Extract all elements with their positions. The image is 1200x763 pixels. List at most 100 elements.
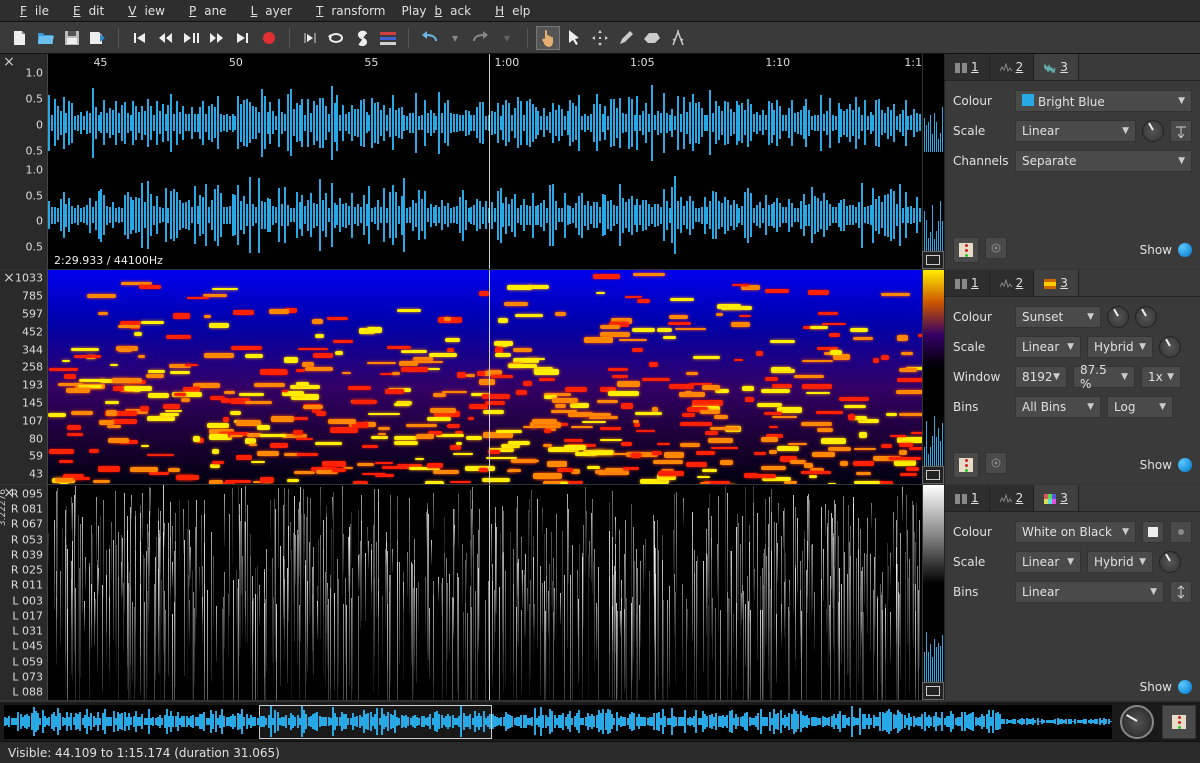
move-tool-icon[interactable] bbox=[588, 26, 612, 50]
show-toggle[interactable] bbox=[1178, 680, 1192, 694]
layer-tab-1[interactable]: 1 bbox=[945, 54, 990, 80]
threshold-dial[interactable] bbox=[1107, 306, 1129, 328]
play-params-button[interactable] bbox=[953, 237, 979, 263]
layer-tab-3[interactable]: 3 bbox=[1034, 270, 1079, 296]
peakfreq-yaxis: 3.22276 R 095R 081R 067R 053R 039R 025R … bbox=[0, 485, 48, 700]
import-audio-icon[interactable] bbox=[86, 26, 110, 50]
undo-dropdown-icon[interactable]: ▾ bbox=[443, 26, 467, 50]
waveform-channel-2 bbox=[48, 166, 922, 256]
redo-icon[interactable] bbox=[469, 26, 493, 50]
bins-scale-select[interactable]: Log▼ bbox=[1107, 396, 1173, 418]
menu-help[interactable]: Help bbox=[479, 2, 538, 20]
loop-icon[interactable] bbox=[324, 26, 348, 50]
spectrogram-level-strip bbox=[922, 270, 944, 485]
overview-waveform[interactable] bbox=[4, 705, 1112, 739]
menu-transform[interactable]: Transform bbox=[300, 2, 393, 20]
play-params-button[interactable] bbox=[1162, 705, 1196, 739]
pane-close-icon[interactable]: × bbox=[2, 272, 16, 286]
thumbnail-box[interactable] bbox=[922, 251, 944, 269]
normalize-button[interactable] bbox=[1170, 120, 1192, 142]
scale-select[interactable]: Linear▼ bbox=[1015, 120, 1136, 142]
oversample-select[interactable]: 1x▼ bbox=[1141, 366, 1181, 388]
rewind-start-icon[interactable] bbox=[127, 26, 151, 50]
waveform-view[interactable]: 4550551:001:051:101:1 2:29.933 / 44100Hz bbox=[48, 54, 922, 269]
pane-close-icon[interactable]: × bbox=[2, 56, 16, 70]
layer-tab-2[interactable]: 2 bbox=[990, 270, 1035, 296]
colour-select[interactable]: White on Black▼ bbox=[1015, 521, 1136, 543]
draw-tool-icon[interactable] bbox=[614, 26, 638, 50]
rewind-icon[interactable] bbox=[153, 26, 177, 50]
play-pause-icon[interactable] bbox=[179, 26, 203, 50]
menu-playback[interactable]: Playback bbox=[394, 2, 480, 20]
gain-dial[interactable] bbox=[1142, 120, 1164, 142]
menu-layer[interactable]: Layer bbox=[235, 2, 300, 20]
forward-end-icon[interactable] bbox=[231, 26, 255, 50]
select-tool-icon[interactable] bbox=[562, 26, 586, 50]
normalize-button[interactable] bbox=[1170, 581, 1192, 603]
layer-target-button[interactable] bbox=[985, 237, 1007, 259]
waveform-pane[interactable]: × 1.00.500.51.00.500.5 4550551:001:051:1… bbox=[0, 54, 944, 269]
layer-tab-1[interactable]: 1 bbox=[945, 270, 990, 296]
layer-tabs: 1 2 3 bbox=[945, 485, 1200, 512]
solo-icon[interactable] bbox=[350, 26, 374, 50]
window-overlap-select[interactable]: 87.5 %▼ bbox=[1073, 366, 1135, 388]
colour-select[interactable]: Bright Blue▼ bbox=[1015, 90, 1192, 112]
colour-label: Colour bbox=[953, 525, 1009, 539]
bins-select[interactable]: All Bins▼ bbox=[1015, 396, 1101, 418]
record-icon[interactable] bbox=[257, 26, 281, 50]
layer-tab-3[interactable]: 3 bbox=[1034, 485, 1079, 511]
menu-edit[interactable]: Edit bbox=[57, 2, 112, 20]
open-icon[interactable] bbox=[34, 26, 58, 50]
play-params-button[interactable] bbox=[953, 452, 979, 478]
layer-target-button[interactable] bbox=[1170, 521, 1192, 543]
layer-target-button[interactable] bbox=[985, 452, 1007, 474]
navigate-tool-icon[interactable] bbox=[536, 26, 560, 50]
colour-label: Colour bbox=[953, 310, 1009, 324]
freq-scale-select[interactable]: Hybrid▼ bbox=[1087, 551, 1153, 573]
scale-select[interactable]: Linear▼ bbox=[1015, 336, 1081, 358]
status-text: Visible: 44.109 to 1:15.174 (duration 31… bbox=[8, 746, 280, 760]
bins-select[interactable]: Linear▼ bbox=[1015, 581, 1164, 603]
freq-scale-select[interactable]: Hybrid▼ bbox=[1087, 336, 1153, 358]
invert-button[interactable] bbox=[1142, 521, 1164, 543]
show-toggle[interactable] bbox=[1178, 458, 1192, 472]
forward-icon[interactable] bbox=[205, 26, 229, 50]
gain-dial[interactable] bbox=[1159, 551, 1181, 573]
layer-tab-2[interactable]: 2 bbox=[990, 485, 1035, 511]
erase-tool-icon[interactable] bbox=[640, 26, 664, 50]
undo-icon[interactable] bbox=[417, 26, 441, 50]
new-session-icon[interactable] bbox=[8, 26, 32, 50]
thumbnail-box[interactable] bbox=[922, 466, 944, 484]
gain-dial[interactable] bbox=[1159, 336, 1181, 358]
waveform-level-strip bbox=[922, 54, 944, 269]
playback-speed-dial[interactable] bbox=[1120, 705, 1154, 739]
show-toggle[interactable] bbox=[1178, 243, 1192, 257]
align-icon[interactable] bbox=[376, 26, 400, 50]
save-icon[interactable] bbox=[60, 26, 84, 50]
pane-close-icon[interactable]: × bbox=[2, 487, 16, 501]
colour-select[interactable]: Sunset▼ bbox=[1015, 306, 1101, 328]
menu-pane[interactable]: Pane bbox=[173, 2, 235, 20]
playhead[interactable] bbox=[489, 54, 490, 269]
scale-label: Scale bbox=[953, 124, 1009, 138]
layer-tab-2[interactable]: 2 bbox=[990, 54, 1035, 80]
layer-tab-3[interactable]: 3 bbox=[1034, 54, 1079, 80]
spectrogram-pane[interactable]: × 1033785597452344258193145107805943 bbox=[0, 270, 944, 485]
measure-tool-icon[interactable] bbox=[666, 26, 690, 50]
menu-view[interactable]: View bbox=[112, 2, 173, 20]
bins-label: Bins bbox=[953, 585, 1009, 599]
layer-tab-1[interactable]: 1 bbox=[945, 485, 990, 511]
window-size-select[interactable]: 8192▼ bbox=[1015, 366, 1067, 388]
scale-select[interactable]: Linear▼ bbox=[1015, 551, 1081, 573]
channels-select[interactable]: Separate▼ bbox=[1015, 150, 1192, 172]
playhead[interactable] bbox=[489, 270, 490, 485]
menu-file[interactable]: File bbox=[4, 2, 57, 20]
playhead[interactable] bbox=[489, 485, 490, 700]
peakfreq-view[interactable] bbox=[48, 485, 922, 700]
peakfreq-pane[interactable]: × 3.22276 R 095R 081R 067R 053R 039R 025… bbox=[0, 485, 944, 700]
redo-dropdown-icon[interactable]: ▾ bbox=[495, 26, 519, 50]
rotation-dial[interactable] bbox=[1135, 306, 1157, 328]
thumbnail-box[interactable] bbox=[922, 682, 944, 700]
play-selection-icon[interactable] bbox=[298, 26, 322, 50]
spectrogram-view[interactable] bbox=[48, 270, 922, 485]
